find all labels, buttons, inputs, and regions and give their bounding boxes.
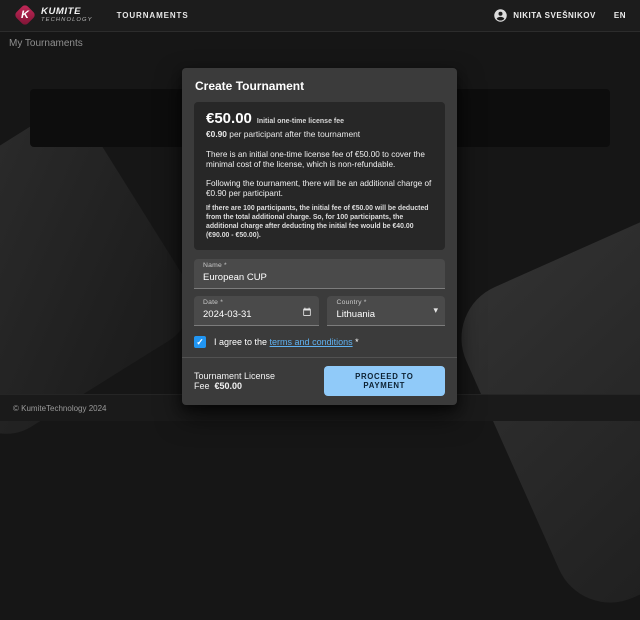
info-paragraph-1: There is an initial one-time license fee… xyxy=(206,150,425,170)
info-paragraph-2: Following the tournament, there will be … xyxy=(206,178,432,198)
per-participant-line: €0.90 per participant after the tourname… xyxy=(206,129,433,139)
name-field[interactable]: Name * European CUP xyxy=(194,258,445,290)
user-name: NIKITA SVEŠNIKOV xyxy=(513,11,596,20)
app-bar: K KUMITE TECHNOLOGY TOURNAMENTS NIKITA S… xyxy=(0,0,640,32)
brand-subtitle: TECHNOLOGY xyxy=(41,16,93,23)
name-field-label: Name * xyxy=(203,261,227,269)
copyright-text: © KumiteTechnology 2024 xyxy=(13,403,107,413)
account-icon xyxy=(493,8,508,23)
name-field-value: European CUP xyxy=(203,271,267,283)
terms-agree-row: ✓ I agree to the terms and conditions * xyxy=(194,336,445,349)
brand-title: KUMITE xyxy=(41,6,82,18)
brand-logo[interactable]: K KUMITE TECHNOLOGY xyxy=(13,4,93,27)
brand-text: KUMITE TECHNOLOGY xyxy=(41,7,93,23)
date-field-label: Date * xyxy=(203,299,224,307)
dialog-footer: Tournament License Fee €50.00 PROCEED TO … xyxy=(182,358,457,405)
calendar-icon[interactable] xyxy=(302,307,312,317)
license-info-box: €50.00 Initial one-time license fee €0.9… xyxy=(194,102,445,250)
language-selector[interactable]: EN xyxy=(614,11,626,20)
logo-letter: K xyxy=(21,9,29,22)
country-select-label: Country * xyxy=(336,299,367,307)
per-participant-amount: €0.90 xyxy=(206,129,227,139)
chevron-down-icon: ▾ xyxy=(433,304,438,315)
breadcrumb: My Tournaments xyxy=(9,38,83,49)
initial-fee-line: €50.00 Initial one-time license fee xyxy=(206,111,433,126)
date-field-value: 2024-03-31 xyxy=(203,308,252,320)
country-select[interactable]: Country * Lithuania ▾ xyxy=(327,296,445,327)
create-tournament-dialog: Create Tournament €50.00 Initial one-tim… xyxy=(182,68,457,406)
dialog-title: Create Tournament xyxy=(195,79,305,93)
license-fee-total: Tournament License Fee €50.00 xyxy=(194,371,324,391)
app-bar-right: NIKITA SVEŠNIKOV EN xyxy=(493,8,626,23)
initial-fee-amount: €50.00 xyxy=(206,110,252,127)
date-country-row: Date * 2024-03-31 Country * Lithuania ▾ xyxy=(194,296,445,327)
user-menu[interactable]: NIKITA SVEŠNIKOV xyxy=(493,8,596,23)
terms-agree-text: I agree to the terms and conditions * xyxy=(214,337,359,347)
info-paragraph-3: If there are 100 participants, the initi… xyxy=(206,205,429,239)
per-participant-label: per participant after the tournament xyxy=(226,129,361,139)
initial-fee-label: Initial one-time license fee xyxy=(256,118,345,125)
nav-tournaments[interactable]: TOURNAMENTS xyxy=(117,11,189,20)
terms-text-prefix: I agree to the xyxy=(214,337,270,348)
license-fee-total-value: €50.00 xyxy=(214,381,243,392)
terms-checkbox[interactable]: ✓ xyxy=(194,336,206,349)
proceed-to-payment-button[interactable]: PROCEED TO PAYMENT xyxy=(323,366,445,397)
date-field[interactable]: Date * 2024-03-31 xyxy=(194,296,320,327)
country-select-value: Lithuania xyxy=(336,308,376,320)
terms-text-suffix: * xyxy=(352,337,359,348)
logo-diamond-icon: K xyxy=(13,4,37,27)
terms-and-conditions-link[interactable]: terms and conditions xyxy=(270,337,353,347)
